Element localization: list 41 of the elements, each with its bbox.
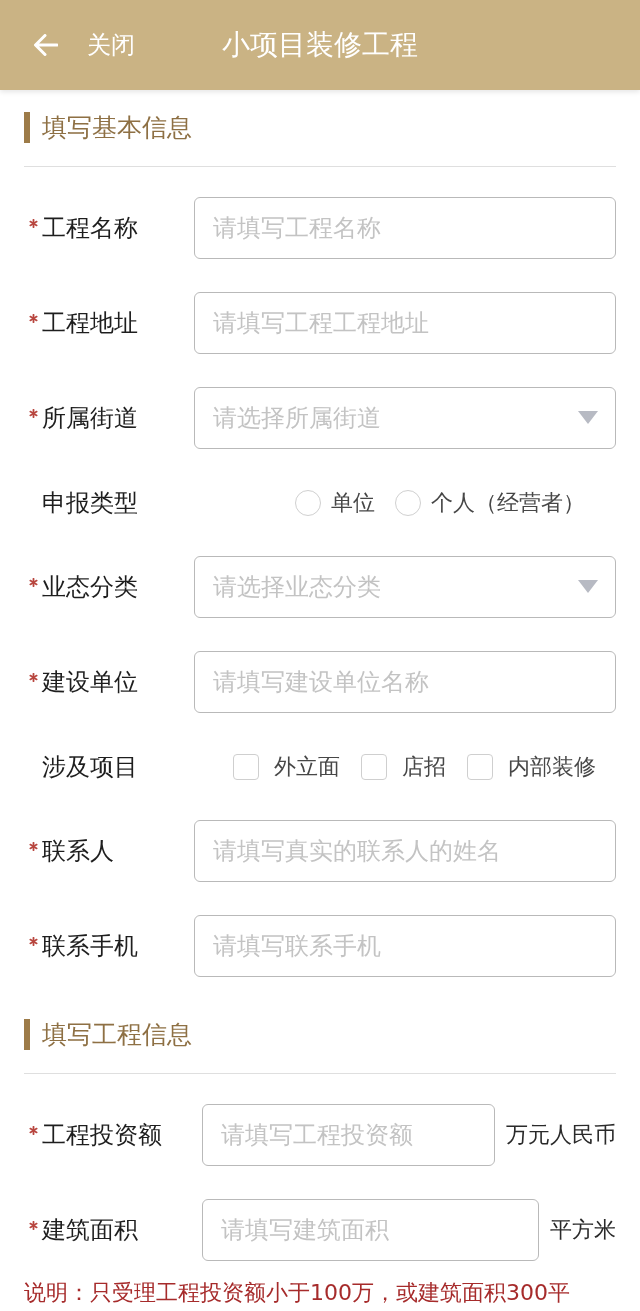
unit-label: 万元人民币 [506, 1121, 616, 1149]
note-text: 说明：只受理工程投资额小于100万，或建筑面积300平 [24, 1279, 571, 1307]
accent-bar-icon [24, 1019, 30, 1050]
radio-label[interactable]: 个人（经营者） [431, 488, 585, 517]
text-input[interactable]: 请填写真实的联系人的姓名 [194, 820, 616, 882]
section-title: 填写基本信息 [42, 112, 192, 143]
text-input[interactable]: 请填写工程名称 [194, 197, 616, 259]
field-label: 联系人 [42, 836, 114, 866]
field-label: 建设单位 [42, 667, 138, 697]
dropdown-field[interactable]: 请选择业态分类 [194, 556, 616, 618]
field-label: 申报类型 [42, 487, 138, 518]
radio-label[interactable]: 单位 [331, 488, 375, 517]
field-label: 工程地址 [42, 308, 138, 338]
dropdown-field[interactable]: 请选择所属街道 [194, 387, 616, 449]
checkbox[interactable] [233, 753, 259, 780]
caret-icon [578, 411, 598, 424]
checkbox[interactable] [361, 753, 387, 780]
page-title: 小项目装修工程 [222, 28, 418, 62]
text-input[interactable]: 请填写建筑面积 [202, 1199, 539, 1261]
text-input[interactable]: 请填写工程工程地址 [194, 292, 616, 354]
radio-button[interactable] [295, 489, 321, 516]
field-label: 业态分类 [42, 572, 138, 602]
text-input[interactable]: 请填写工程投资额 [202, 1104, 495, 1166]
radio-button[interactable] [395, 489, 421, 516]
text-input[interactable]: 请填写建设单位名称 [194, 651, 616, 713]
field-label: 所属街道 [42, 403, 138, 433]
checkbox-label[interactable]: 店招 [402, 752, 446, 781]
field-label: 工程投资额 [42, 1120, 162, 1150]
field-label: 联系手机 [42, 931, 138, 961]
checkbox[interactable] [467, 753, 493, 780]
checkbox-label[interactable]: 内部装修 [508, 752, 596, 781]
unit-label: 平方米 [550, 1216, 616, 1244]
checkbox-label[interactable]: 外立面 [274, 752, 340, 781]
left-arrow-icon [33, 34, 58, 56]
caret-icon [578, 580, 598, 593]
accent-bar-icon [24, 112, 30, 143]
field-label: 工程名称 [42, 213, 138, 243]
field-label: 涉及项目 [42, 751, 138, 782]
section-title: 填写工程信息 [42, 1019, 192, 1050]
field-label: 建筑面积 [42, 1215, 138, 1245]
text-input[interactable]: 请填写联系手机 [194, 915, 616, 977]
